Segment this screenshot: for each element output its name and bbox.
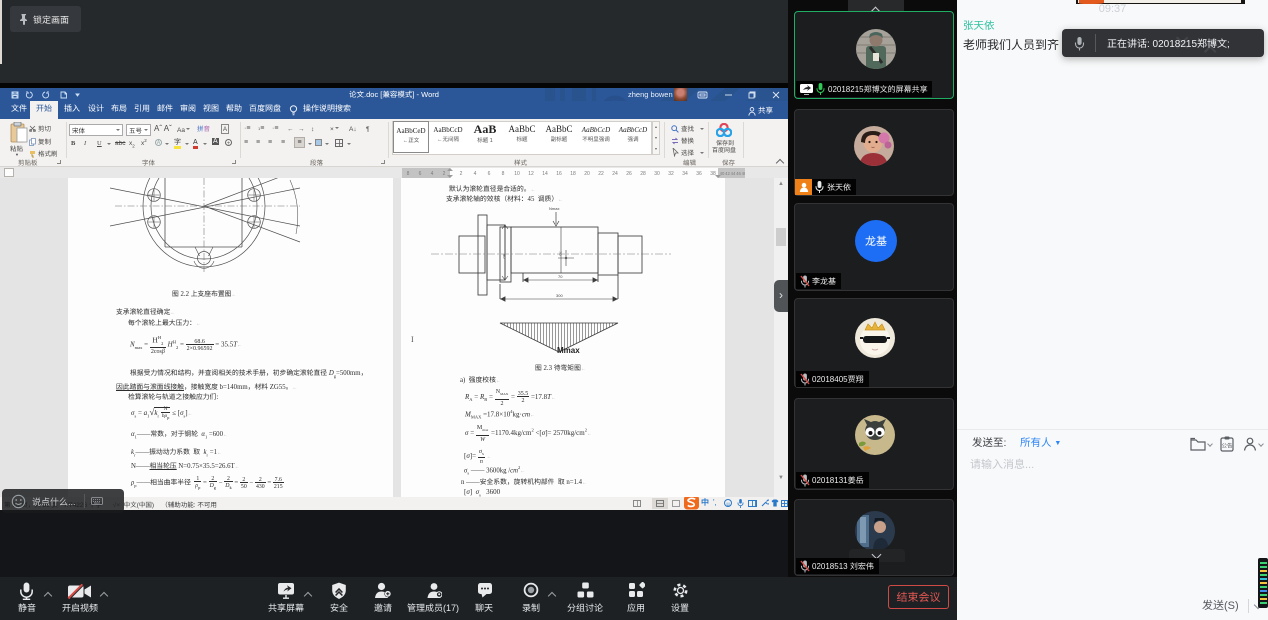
svg-text:16: 16 (556, 171, 562, 177)
svg-text:4: 4 (431, 171, 434, 177)
svg-text:38: 38 (710, 171, 716, 177)
svg-text:2: 2 (460, 171, 463, 177)
svg-text:32: 32 (668, 171, 674, 177)
svg-text:34: 34 (682, 171, 688, 177)
svg-text:8: 8 (407, 171, 410, 177)
svg-text:22: 22 (598, 171, 604, 177)
svg-text:300: 300 (556, 293, 563, 299)
svg-text:36: 36 (696, 171, 702, 177)
svg-text:70: 70 (557, 251, 563, 256)
svg-text:Nmax: Nmax (549, 206, 559, 212)
svg-text:10: 10 (514, 171, 520, 177)
svg-text:12: 12 (528, 171, 534, 177)
svg-text:18: 18 (570, 171, 576, 177)
svg-text:90: 90 (501, 254, 507, 259)
svg-text:6: 6 (488, 171, 491, 177)
svg-text:70: 70 (558, 274, 563, 280)
svg-text:48: 48 (742, 171, 745, 176)
svg-text:4: 4 (474, 171, 477, 177)
svg-text:6: 6 (419, 171, 422, 177)
svg-text:14: 14 (542, 171, 548, 177)
svg-text:2: 2 (443, 171, 446, 177)
svg-text:24: 24 (612, 171, 618, 177)
svg-text:20: 20 (584, 171, 590, 177)
svg-text:8: 8 (502, 171, 505, 177)
svg-text:30: 30 (654, 171, 660, 177)
svg-text:公告: 公告 (1221, 442, 1233, 450)
svg-text:28: 28 (640, 171, 646, 177)
svg-text:26: 26 (626, 171, 632, 177)
